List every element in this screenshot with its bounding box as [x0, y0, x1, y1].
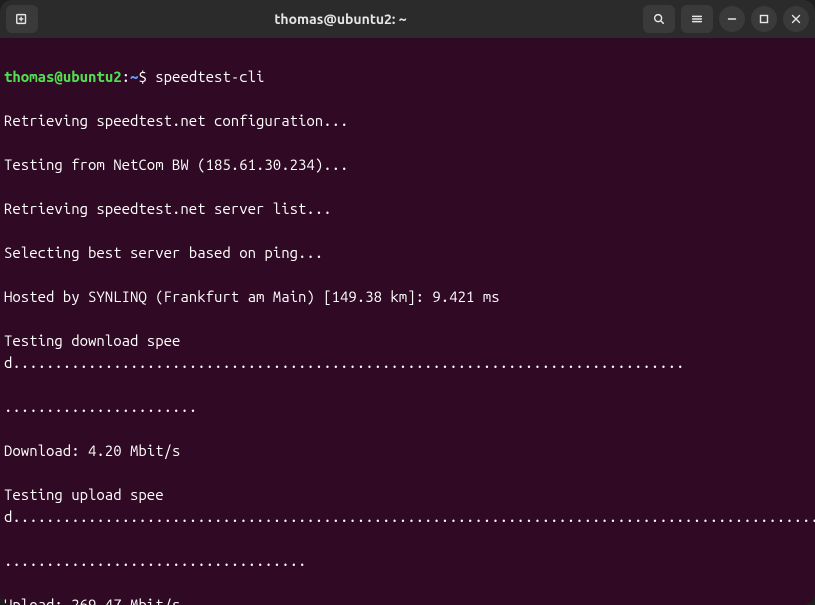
minimize-button[interactable] [719, 6, 745, 32]
prompt-host: ubuntu2 [63, 68, 122, 85]
output-line: Selecting best server based on ping... [4, 242, 811, 264]
output-line: Retrieving speedtest.net configuration..… [4, 110, 811, 132]
output-line: .................................... [4, 550, 811, 572]
prompt-sep: : [122, 68, 130, 85]
menu-button[interactable] [681, 5, 713, 33]
close-button[interactable] [783, 6, 809, 32]
terminal-area[interactable]: thomas@ubuntu2:~$ speedtest-cli Retrievi… [0, 38, 815, 605]
search-button[interactable] [643, 5, 675, 33]
output-line: Download: 4.20 Mbit/s [4, 440, 811, 462]
prompt-at: @ [54, 68, 62, 85]
output-line: Upload: 269.47 Mbit/s [4, 594, 811, 605]
output-line: Testing upload speed....................… [4, 484, 811, 528]
window-titlebar: thomas@ubuntu2: ~ [0, 0, 815, 38]
output-line: Testing download speed..................… [4, 330, 811, 374]
prompt-user: thomas [4, 68, 54, 85]
prompt-sigil: $ [138, 68, 155, 85]
maximize-button[interactable] [751, 6, 777, 32]
prompt-line-1: thomas@ubuntu2:~$ speedtest-cli [4, 66, 811, 88]
output-line: Retrieving speedtest.net server list... [4, 198, 811, 220]
output-line: ....................... [4, 396, 811, 418]
command-1: speedtest-cli [155, 68, 264, 85]
new-tab-button[interactable] [6, 5, 38, 33]
window-title: thomas@ubuntu2: ~ [44, 11, 637, 27]
output-line: Testing from NetCom BW (185.61.30.234)..… [4, 154, 811, 176]
output-line: Hosted by SYNLINQ (Frankfurt am Main) [1… [4, 286, 811, 308]
